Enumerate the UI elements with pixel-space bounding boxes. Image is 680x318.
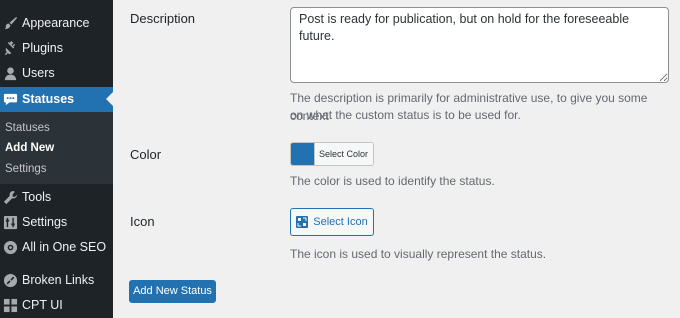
aioseo-gear-icon — [3, 240, 18, 255]
menu-item-broken-links[interactable]: Broken Links — [0, 268, 113, 293]
user-icon — [3, 66, 18, 81]
menu-label: Broken Links — [22, 273, 95, 287]
menu-item-plugins[interactable]: Plugins — [0, 36, 113, 61]
paintbrush-icon — [3, 16, 18, 31]
description-hint-line-2: on what the custom status is to be used … — [290, 108, 521, 122]
menu-item-cpt-ui[interactable]: CPT UI — [0, 293, 113, 318]
color-swatch — [291, 143, 314, 165]
cpt-ui-icon — [3, 298, 18, 313]
sliders-icon — [3, 215, 18, 230]
menu-item-tools[interactable]: Tools — [0, 185, 113, 210]
menu-label: Plugins — [22, 41, 63, 55]
icon-hint: The icon is used to visually represent t… — [290, 247, 547, 261]
speech-bubble-icon — [3, 92, 18, 107]
description-textarea[interactable]: Post is ready for publication, but on ho… — [290, 7, 669, 83]
submenu-item-settings[interactable]: Settings — [5, 162, 47, 176]
color-label: Color — [130, 147, 162, 162]
wrench-icon — [3, 190, 18, 205]
menu-label: CPT UI — [22, 298, 63, 312]
icon-label: Icon — [130, 214, 155, 229]
select-icon-button[interactable]: Select Icon — [290, 208, 374, 236]
menu-item-users[interactable]: Users — [0, 61, 113, 86]
active-indicator-arrow — [106, 92, 113, 106]
submenu-item-statuses[interactable]: Statuses — [5, 121, 50, 135]
submenu-item-add-new[interactable]: Add New — [5, 141, 54, 155]
menu-item-statuses[interactable]: Statuses — [0, 87, 113, 112]
statuses-submenu: Statuses Add New Settings — [0, 112, 113, 184]
color-picker-button[interactable]: Select Color — [290, 142, 375, 166]
menu-item-settings[interactable]: Settings — [0, 210, 113, 235]
select-color-label: Select Color — [314, 143, 374, 165]
add-new-status-button[interactable]: Add New Status — [129, 280, 216, 303]
admin-sidebar: Appearance Plugins Users Statuses Status… — [0, 0, 113, 318]
menu-label: Settings — [22, 215, 68, 229]
menu-label: Statuses — [22, 92, 75, 106]
menu-label: Appearance — [22, 16, 90, 30]
menu-label: Users — [22, 66, 55, 80]
menu-item-all-in-one-seo[interactable]: All in One SEO — [0, 235, 113, 260]
menu-label: Tools — [22, 190, 52, 204]
menu-label: All in One SEO — [22, 240, 107, 254]
broken-link-icon — [3, 273, 18, 288]
description-label: Description — [130, 11, 196, 26]
color-hint: The color is used to identify the status… — [290, 174, 495, 188]
menu-item-appearance[interactable]: Appearance — [0, 11, 113, 36]
plug-icon — [3, 41, 18, 56]
select-icon-label: Select Icon — [313, 216, 368, 228]
icon-picker-icon — [296, 216, 309, 228]
